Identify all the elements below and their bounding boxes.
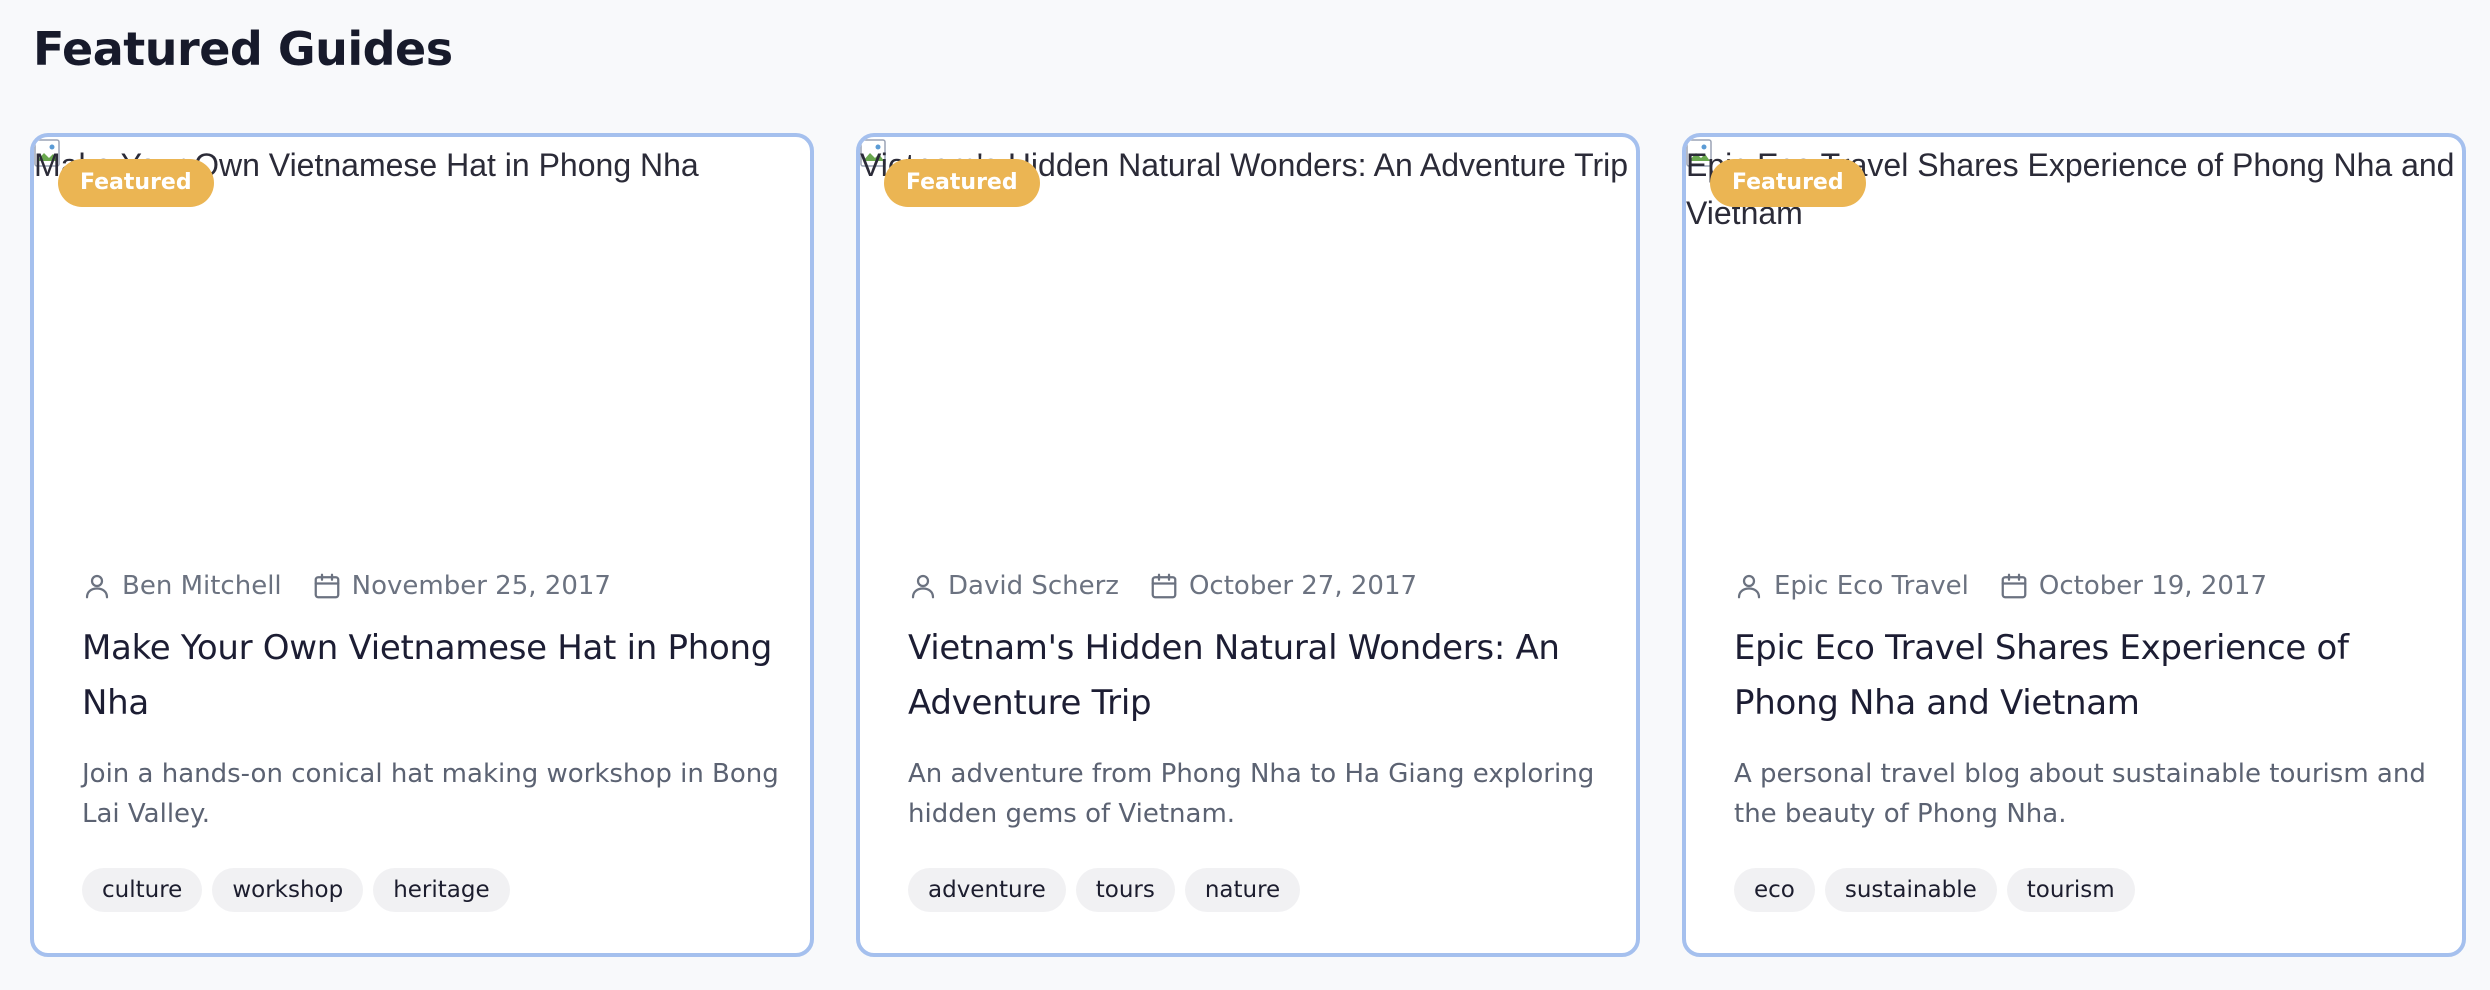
featured-badge: Featured <box>1710 159 1866 207</box>
card-title[interactable]: Make Your Own Vietnamese Hat in Phong Nh… <box>82 621 782 731</box>
tag[interactable]: heritage <box>373 868 510 912</box>
guide-card[interactable]: Epic Eco Travel Shares Experience of Pho… <box>1682 133 2466 957</box>
guide-card[interactable]: Make Your Own Vietnamese Hat in Phong Nh… <box>30 133 814 957</box>
date-info: November 25, 2017 <box>312 571 611 601</box>
card-image[interactable]: Epic Eco Travel Shares Experience of Pho… <box>1686 137 2462 527</box>
publish-date: October 27, 2017 <box>1188 571 1418 601</box>
publish-date: November 25, 2017 <box>351 571 611 601</box>
tag-list: eco sustainable tourism <box>1734 868 2135 912</box>
tag[interactable]: culture <box>82 868 203 912</box>
author-info: Ben Mitchell <box>82 571 282 601</box>
user-icon <box>1737 574 1761 599</box>
calendar-icon <box>314 573 340 599</box>
tag[interactable]: nature <box>1184 868 1301 912</box>
card-image[interactable]: Vietnam's Hidden Natural Wonders: An Adv… <box>860 137 1636 527</box>
author-info: Epic Eco Travel <box>1734 571 1969 601</box>
card-meta: Epic Eco Travel October 19, 2017 <box>1734 571 2267 601</box>
card-description: A personal travel blog about sustainable… <box>1734 759 2426 829</box>
card-title[interactable]: Vietnam's Hidden Natural Wonders: An Adv… <box>908 621 1608 731</box>
featured-badge: Featured <box>58 159 214 207</box>
page-title: Featured Guides <box>33 22 453 76</box>
user-icon <box>85 574 109 599</box>
card-image[interactable]: Make Your Own Vietnamese Hat in Phong Nh… <box>34 137 810 527</box>
tag-list: culture workshop heritage <box>82 868 510 912</box>
tag[interactable]: workshop <box>212 868 364 912</box>
publish-date: October 19, 2017 <box>2038 571 2268 601</box>
tag[interactable]: tourism <box>2006 868 2135 912</box>
tag[interactable]: eco <box>1734 868 1815 912</box>
tag-list: adventure tours nature <box>908 868 1301 912</box>
date-info: October 19, 2017 <box>1999 571 2267 601</box>
featured-guides-list: Make Your Own Vietnamese Hat in Phong Nh… <box>30 133 2466 957</box>
card-meta: Ben Mitchell November 25, 2017 <box>82 571 611 601</box>
calendar-icon <box>1151 573 1177 599</box>
card-meta: David Scherz October 27, 2017 <box>908 571 1417 601</box>
author-name: Ben Mitchell <box>122 571 282 601</box>
tag[interactable]: sustainable <box>1824 868 1997 912</box>
user-icon <box>911 574 935 599</box>
card-description: An adventure from Phong Nha to Ha Giang … <box>908 759 1595 829</box>
author-info: David Scherz <box>908 571 1119 601</box>
featured-badge: Featured <box>884 159 1040 207</box>
author-name: David Scherz <box>948 571 1119 601</box>
tag[interactable]: adventure <box>908 868 1066 912</box>
card-description: Join a hands-on conical hat making works… <box>82 759 779 829</box>
card-title[interactable]: Epic Eco Travel Shares Experience of Pho… <box>1734 621 2434 731</box>
tag[interactable]: tours <box>1075 868 1175 912</box>
guide-card[interactable]: Vietnam's Hidden Natural Wonders: An Adv… <box>856 133 1640 957</box>
date-info: October 27, 2017 <box>1149 571 1417 601</box>
author-name: Epic Eco Travel <box>1774 571 1969 601</box>
calendar-icon <box>2001 573 2027 599</box>
